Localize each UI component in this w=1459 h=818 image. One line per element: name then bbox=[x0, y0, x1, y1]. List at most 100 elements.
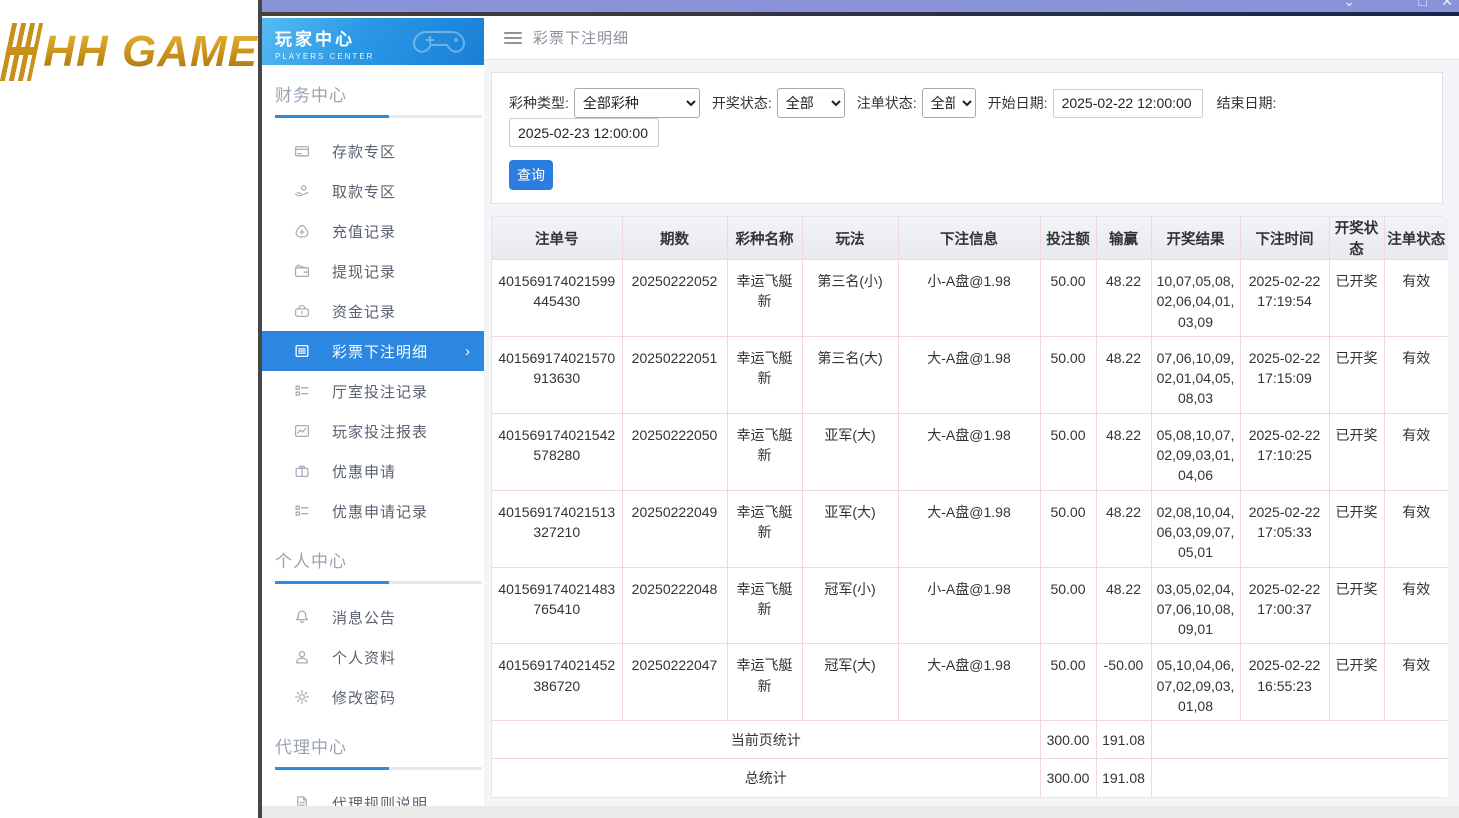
moneybag-icon bbox=[294, 223, 310, 239]
cell-bet-info: 大-A盘@1.98 bbox=[897, 489, 1041, 568]
page-header: 彩票下注明细 bbox=[484, 16, 1459, 60]
cell-play: 亚军(大) bbox=[801, 489, 899, 568]
cell-order-status: 有效 bbox=[1383, 259, 1448, 337]
table-row: 401569174021452386720 20250222047 幸运飞艇新 冠军(… bbox=[492, 643, 1448, 722]
sidebar-item-player-bet-report[interactable]: 玩家投注报表 bbox=[262, 411, 484, 451]
cell-period: 20250222050 bbox=[621, 412, 728, 491]
cell-order-status: 有效 bbox=[1383, 489, 1448, 568]
cell-draw-status: 已开奖 bbox=[1328, 412, 1385, 491]
section-underline bbox=[275, 115, 482, 118]
sidebar-item-withdraw-zone[interactable]: 取款专区 bbox=[262, 171, 484, 211]
section-underline bbox=[275, 581, 482, 584]
sidebar-item-label: 彩票下注明细 bbox=[332, 343, 429, 361]
gamepad-icon bbox=[412, 31, 466, 53]
cell-order-no: 401569174021542578280 bbox=[492, 412, 623, 491]
sidebar-item-profile[interactable]: 个人资料 bbox=[262, 637, 484, 677]
window-bottom-strip bbox=[262, 806, 1459, 818]
page-title: 彩票下注明细 bbox=[533, 30, 630, 47]
sidebar-item-promo-application-records[interactable]: 优惠申请记录 bbox=[262, 491, 484, 531]
cell-bet-info: 大-A盘@1.98 bbox=[897, 412, 1041, 491]
cell-order-status: 有效 bbox=[1383, 566, 1448, 645]
close-icon[interactable]: ✕ bbox=[1441, 0, 1453, 9]
cell-play: 冠军(大) bbox=[801, 643, 899, 722]
card-icon bbox=[294, 143, 310, 159]
cell-lottery: 幸运飞艇新 bbox=[726, 489, 803, 568]
sidebar-item-hall-bet-records[interactable]: 厅室投注记录 bbox=[262, 371, 484, 411]
cell-play: 冠军(小) bbox=[801, 566, 899, 645]
cell-amount: 50.00 bbox=[1039, 259, 1097, 337]
sidebar-item-promo-application[interactable]: 优惠申请 bbox=[262, 451, 484, 491]
sidebar-item-label: 修改密码 bbox=[332, 689, 397, 707]
cell-period: 20250222048 bbox=[621, 566, 728, 645]
summary-label: 当前页统计 bbox=[492, 720, 1041, 760]
wallet-icon bbox=[294, 263, 310, 279]
sidebar-item-withdrawal-records[interactable]: 提现记录 bbox=[262, 251, 484, 291]
sidebar-menu: 财务中心存款专区取款专区充值记录提现记录 资金记录 彩票下注明细 › 厅室投注记录 玩家投… bbox=[262, 81, 484, 806]
sidebar-item-label: 充值记录 bbox=[332, 223, 397, 241]
hand-coin-icon bbox=[294, 183, 310, 199]
cell-amount: 50.00 bbox=[1039, 643, 1097, 722]
sidebar-item-lottery-bet-details[interactable]: 彩票下注明细 › bbox=[262, 331, 484, 371]
column-header: 开奖结果 bbox=[1150, 217, 1241, 260]
cell-winloss: 48.22 bbox=[1095, 335, 1152, 414]
sidebar-item-label: 代理规则说明 bbox=[332, 795, 429, 807]
end-date-label: 结束日期: bbox=[1216, 95, 1277, 111]
cell-lottery: 幸运飞艇新 bbox=[726, 412, 803, 491]
column-header: 彩种名称 bbox=[726, 217, 803, 260]
order-status-select[interactable]: 全部 bbox=[921, 88, 976, 118]
maximize-icon[interactable]: □ bbox=[1419, 0, 1427, 9]
query-button[interactable]: 查询 bbox=[509, 160, 553, 190]
cell-result: 03,05,02,04,07,06,10,08,09,01 bbox=[1150, 566, 1241, 645]
user-icon bbox=[294, 649, 310, 665]
bet-details-table: 注单号 期数 彩种名称 玩法 下注信息 投注额 输赢 开奖结果 下注时间 开奖状态 注单状态 401… bbox=[491, 216, 1448, 798]
lottery-type-select[interactable]: 全部彩种 bbox=[573, 88, 700, 118]
cell-draw-status: 已开奖 bbox=[1328, 335, 1385, 414]
chevron-down-icon[interactable]: ⌄ bbox=[1343, 0, 1355, 9]
cell-period: 20250222052 bbox=[621, 259, 728, 337]
section-title: 财务中心 bbox=[275, 86, 347, 105]
background-page: HH GAME bbox=[0, 0, 258, 818]
gear-icon bbox=[294, 689, 310, 705]
table-row: 401569174021542578280 20250222050 幸运飞艇新 亚军(… bbox=[492, 412, 1448, 491]
sidebar-item-deposit-zone[interactable]: 存款专区 bbox=[262, 131, 484, 171]
sidebar-item-agent-rules[interactable]: 代理规则说明 bbox=[262, 783, 484, 806]
purse-icon bbox=[294, 303, 310, 319]
end-date-input[interactable] bbox=[509, 118, 659, 147]
bell-icon bbox=[294, 609, 310, 625]
cell-result: 07,06,10,09,02,01,04,05,08,03 bbox=[1150, 335, 1241, 414]
table-row: 401569174021513327210 20250222049 幸运飞艇新 亚军(… bbox=[492, 489, 1448, 568]
cell-draw-status: 已开奖 bbox=[1328, 259, 1385, 337]
draw-status-select[interactable]: 全部 bbox=[776, 88, 845, 118]
sidebar-item-label: 取款专区 bbox=[332, 183, 397, 201]
start-date-input[interactable] bbox=[1052, 88, 1203, 118]
sidebar-item-funds-records[interactable]: 资金记录 bbox=[262, 291, 484, 331]
column-header: 玩法 bbox=[801, 217, 899, 260]
cell-draw-status: 已开奖 bbox=[1328, 566, 1385, 645]
cell-period: 20250222051 bbox=[621, 335, 728, 414]
cell-play: 亚军(大) bbox=[801, 412, 899, 491]
sidebar-item-recharge-records[interactable]: 充值记录 bbox=[262, 211, 484, 251]
cell-time: 2025-02-22 17:00:37 bbox=[1239, 566, 1330, 645]
cell-time: 2025-02-22 17:19:54 bbox=[1239, 259, 1330, 337]
cell-order-status: 有效 bbox=[1383, 643, 1448, 722]
main-area: 彩票下注明细 彩种类型: 全部彩种 开奖状态: 全部 注单状态: 全部 开始日期… bbox=[484, 16, 1459, 806]
menu-toggle-icon[interactable] bbox=[504, 31, 522, 44]
draw-status-label: 开奖状态: bbox=[711, 95, 772, 111]
cell-winloss: 48.22 bbox=[1095, 259, 1152, 337]
cell-bet-info: 大-A盘@1.98 bbox=[897, 335, 1041, 414]
cell-bet-info: 大-A盘@1.98 bbox=[897, 643, 1041, 722]
coupon-icon bbox=[294, 463, 310, 479]
site-logo: HH GAME bbox=[0, 10, 258, 94]
cell-time: 2025-02-22 17:05:33 bbox=[1239, 489, 1330, 568]
cell-bet-info: 小-A盘@1.98 bbox=[897, 259, 1041, 337]
summary-bet-amount: 300.00 bbox=[1039, 720, 1097, 760]
checklist-icon bbox=[294, 503, 310, 519]
sidebar-item-change-password[interactable]: 修改密码 bbox=[262, 677, 484, 717]
sidebar-item-messages[interactable]: 消息公告 bbox=[262, 597, 484, 637]
sidebar-item-label: 个人资料 bbox=[332, 649, 397, 667]
column-header: 期数 bbox=[621, 217, 728, 260]
cell-play: 第三名(大) bbox=[801, 335, 899, 414]
cell-order-no: 401569174021483765410 bbox=[492, 566, 623, 645]
cell-result: 05,08,10,07,02,09,03,01,04,06 bbox=[1150, 412, 1241, 491]
cell-winloss: -50.00 bbox=[1095, 643, 1152, 722]
